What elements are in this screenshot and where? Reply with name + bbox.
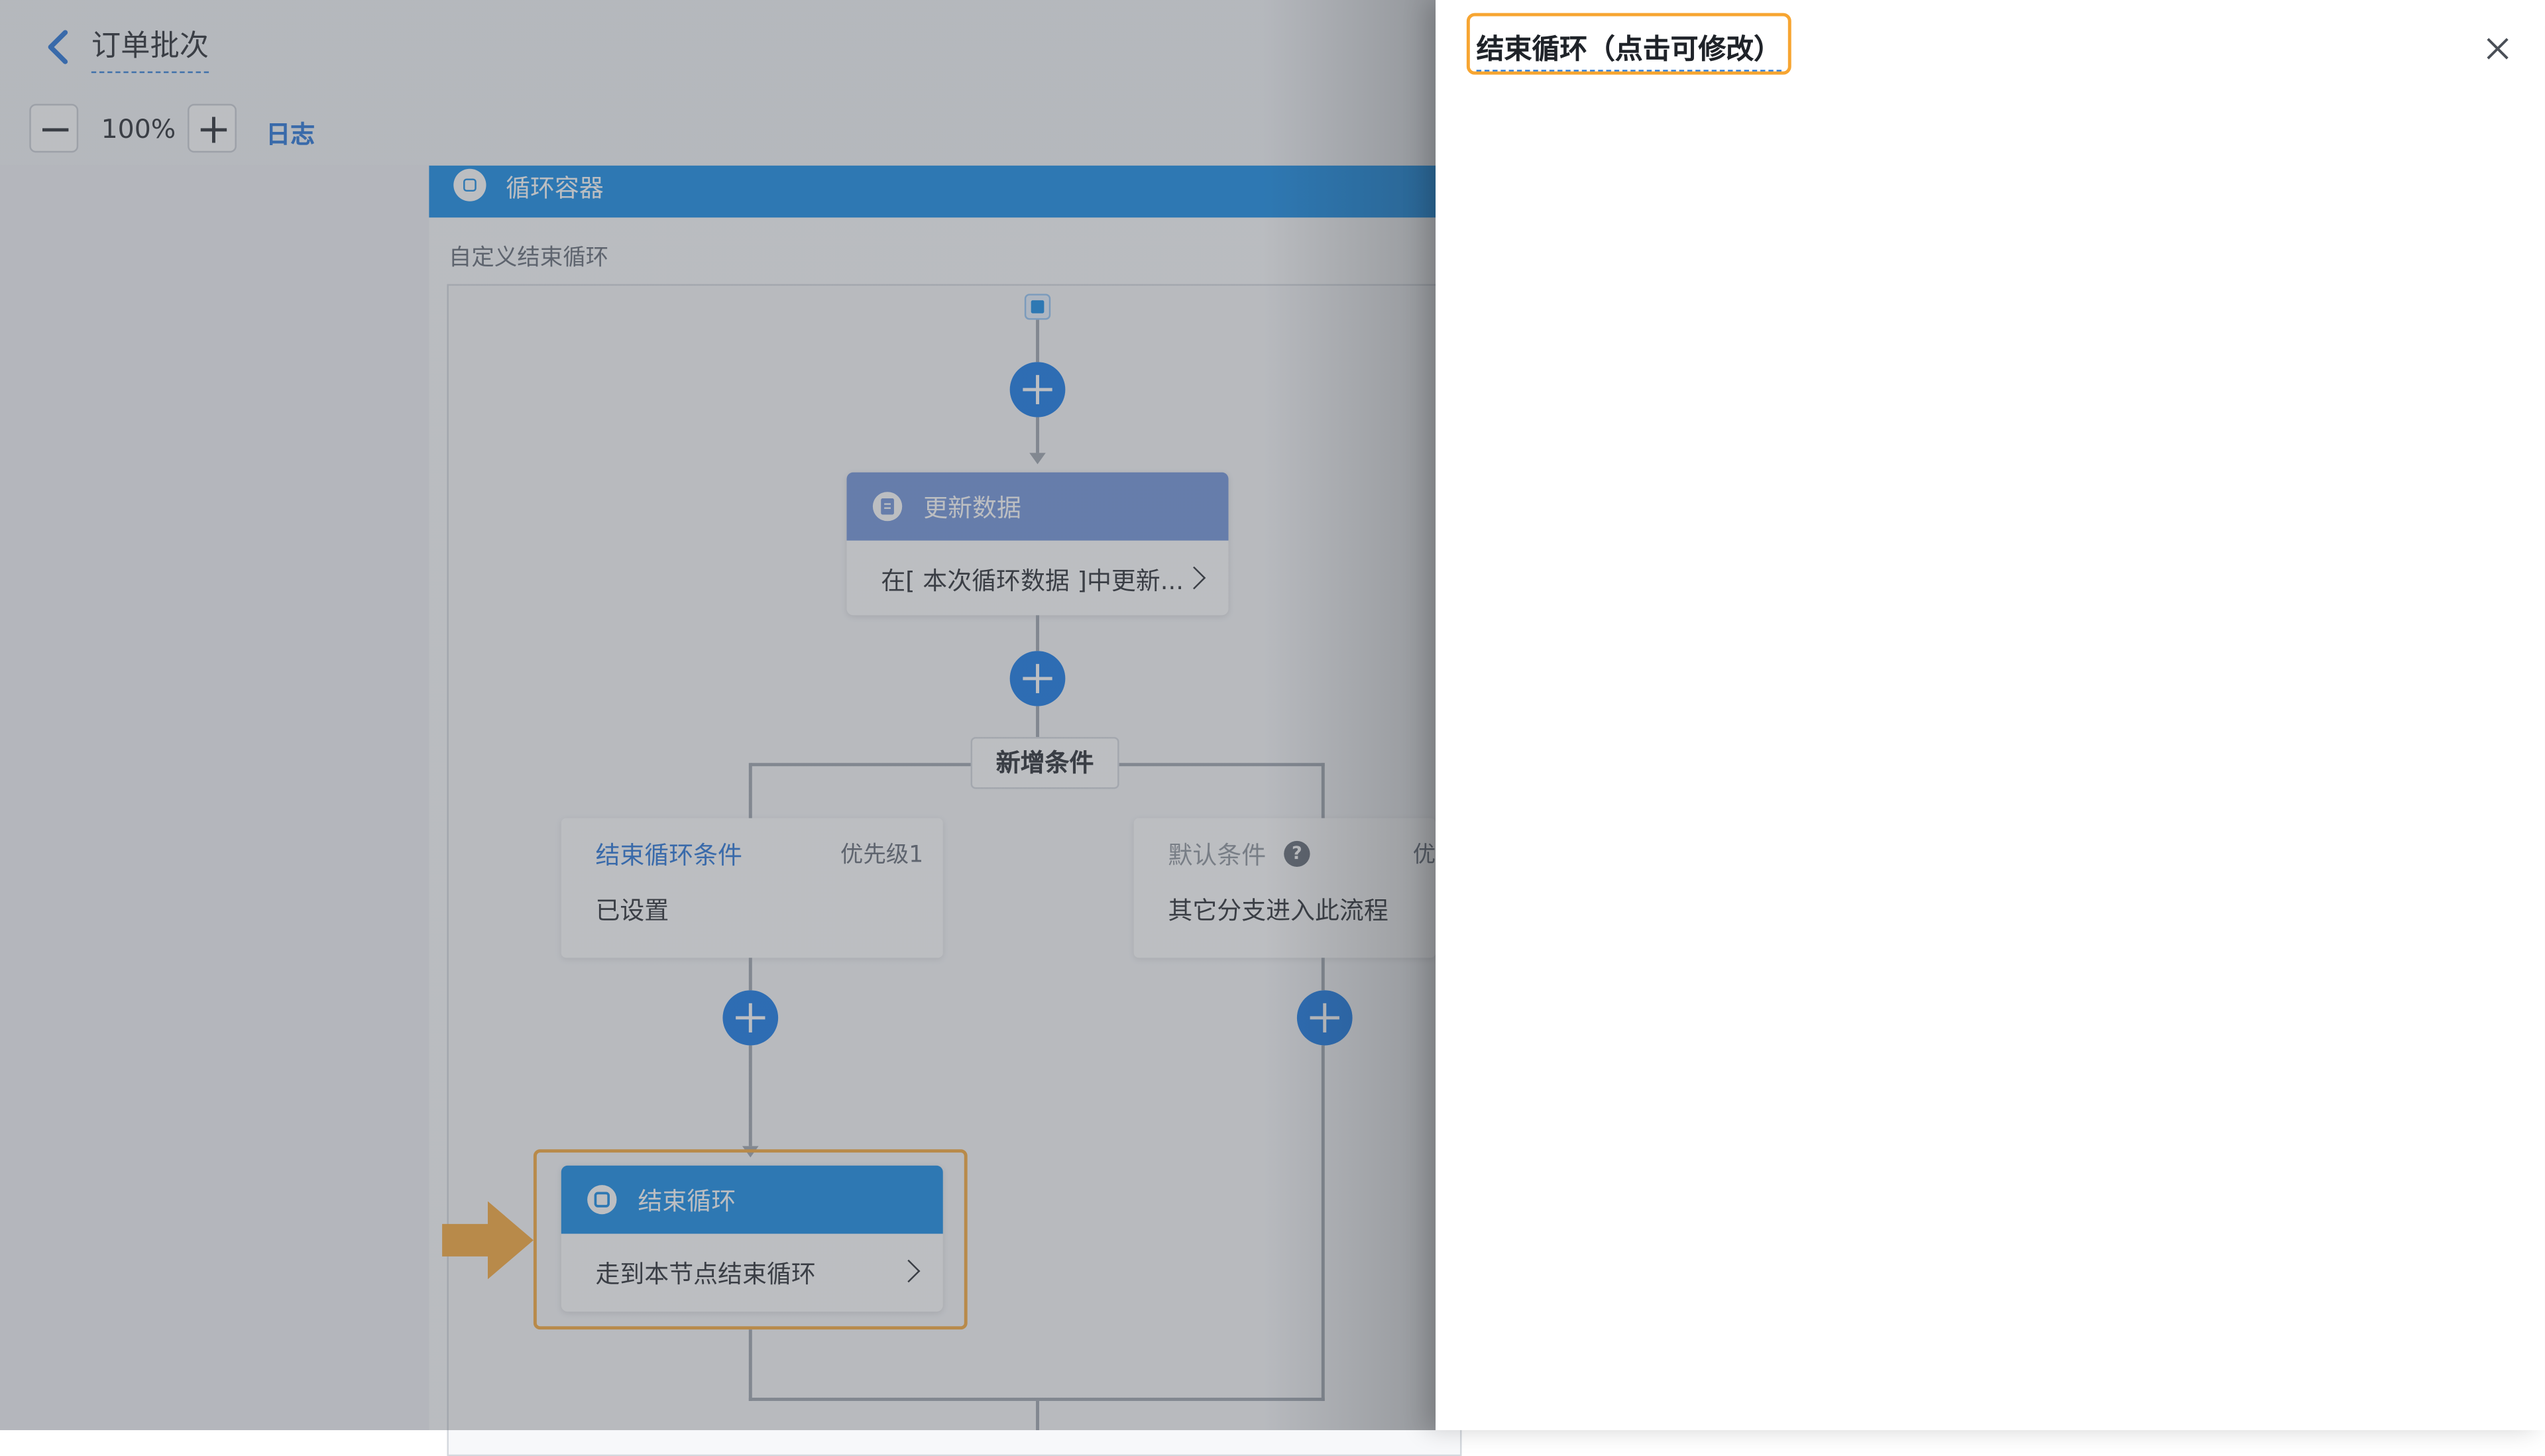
add-node-button[interactable] bbox=[1009, 362, 1066, 418]
connector-line bbox=[1321, 1045, 1325, 1401]
help-icon[interactable]: ? bbox=[1284, 840, 1310, 868]
log-link[interactable]: 日志 bbox=[266, 117, 315, 150]
end-mode-label: 自定义结束循环 bbox=[448, 245, 609, 272]
add-node-button[interactable] bbox=[1009, 651, 1066, 706]
connector-line bbox=[748, 1329, 752, 1401]
loop-container-title: 循环容器 bbox=[506, 174, 604, 203]
branch-line bbox=[1321, 763, 1325, 818]
zoom-out-button[interactable] bbox=[29, 103, 79, 153]
zoom-in-button[interactable] bbox=[188, 103, 237, 153]
drawer-title[interactable]: 结束循环（点击可修改） bbox=[1476, 26, 1782, 72]
connector-line bbox=[1036, 417, 1039, 453]
condition-title: 默认条件 bbox=[1168, 840, 1267, 870]
page-title[interactable]: 订单批次 bbox=[91, 23, 209, 74]
condition-desc: 其它分支进入此流程 bbox=[1168, 896, 1388, 926]
branch-line bbox=[750, 763, 973, 767]
zoom-level: 100% bbox=[101, 113, 176, 145]
update-data-node-summary: 在[ 本次循环数据 ]中更新... bbox=[881, 566, 1184, 596]
condition-desc: 已设置 bbox=[595, 896, 669, 926]
drawer-title-highlight[interactable]: 结束循环（点击可修改） bbox=[1466, 13, 1791, 75]
branch-line bbox=[1119, 763, 1325, 767]
back-arrow-icon[interactable] bbox=[41, 28, 77, 67]
end-loop-node-header: 结束循环 bbox=[561, 1165, 943, 1234]
connector-line bbox=[1036, 1400, 1039, 1431]
chevron-right-icon bbox=[1182, 566, 1206, 590]
end-loop-condition-card[interactable]: 结束循环条件 优先级1 已设置 bbox=[561, 818, 943, 958]
end-loop-node-title: 结束循环 bbox=[638, 1186, 736, 1216]
update-data-node-header: 更新数据 bbox=[846, 472, 1229, 541]
connector-line bbox=[1321, 958, 1325, 991]
add-condition-button[interactable]: 新增条件 bbox=[970, 737, 1119, 789]
pointer-arrow-icon bbox=[442, 1201, 534, 1280]
connector-line bbox=[1036, 706, 1039, 738]
zoom-toolbar: 100% 日志 bbox=[0, 97, 1436, 168]
add-node-button[interactable] bbox=[1296, 990, 1353, 1046]
end-loop-node-summary: 走到本节点结束循环 bbox=[595, 1259, 816, 1289]
connector-line bbox=[1036, 615, 1039, 651]
condition-priority: 优 bbox=[1412, 842, 1436, 869]
node-config-drawer: 结束循环（点击可修改） bbox=[1436, 0, 2545, 1431]
plus-icon bbox=[200, 117, 227, 143]
connector-line bbox=[748, 1045, 752, 1147]
end-loop-node[interactable]: 结束循环 走到本节点结束循环 bbox=[561, 1165, 943, 1312]
connector-arrowhead bbox=[1029, 453, 1046, 465]
loop-container-icon bbox=[453, 168, 486, 201]
default-condition-card[interactable]: 默认条件 ? 优 其它分支进入此流程 bbox=[1133, 818, 1436, 958]
connector-line bbox=[748, 958, 752, 991]
minus-icon bbox=[42, 128, 69, 132]
top-bar: 订单批次 bbox=[0, 0, 1436, 97]
condition-title: 结束循环条件 bbox=[595, 840, 743, 870]
loop-start-icon bbox=[1024, 294, 1051, 320]
loop-container-header[interactable]: 循环容器 bbox=[429, 165, 1436, 218]
update-data-node[interactable]: 更新数据 在[ 本次循环数据 ]中更新... bbox=[846, 472, 1229, 616]
update-data-node-title: 更新数据 bbox=[923, 493, 1021, 523]
condition-priority: 优先级1 bbox=[840, 842, 924, 869]
branch-line bbox=[748, 763, 752, 818]
connector-line bbox=[1036, 319, 1039, 363]
add-node-button[interactable] bbox=[722, 990, 779, 1046]
stop-icon bbox=[587, 1185, 617, 1215]
chevron-right-icon bbox=[897, 1259, 921, 1283]
document-icon bbox=[872, 492, 903, 522]
close-icon[interactable] bbox=[2481, 32, 2514, 65]
